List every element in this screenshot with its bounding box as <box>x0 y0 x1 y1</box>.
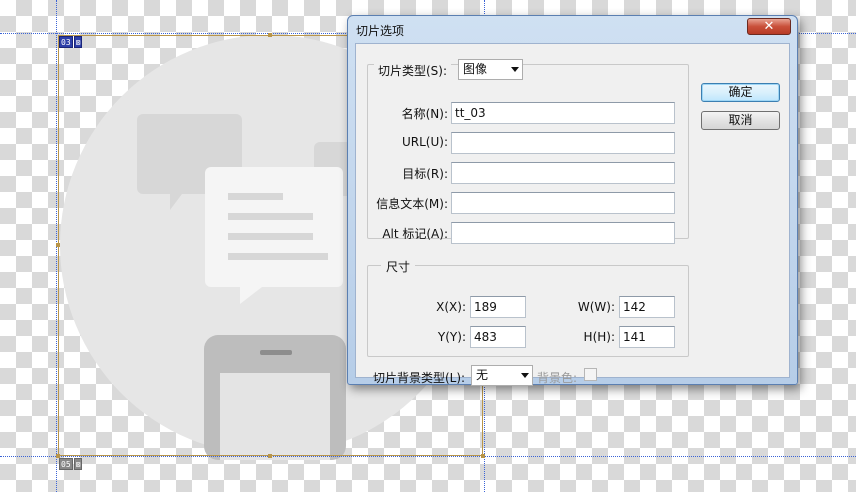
slice-badge-top: 03 ⊠ <box>59 36 83 48</box>
h-input[interactable]: 141 <box>619 326 675 348</box>
name-input[interactable]: tt_03 <box>451 102 675 124</box>
slice-number: 05 <box>59 458 73 470</box>
dialog-title: 切片选项 <box>356 24 405 38</box>
dimensions-legend: 尺寸 <box>381 258 416 275</box>
dialog-client-area: 切片类型(S): 图像 名称(N): tt_03 URL(U): 目标(R): … <box>355 43 790 386</box>
x-input[interactable]: 189 <box>470 296 526 318</box>
name-label: 名称(N): <box>401 107 448 121</box>
bg-color-label: 背景色: <box>537 371 578 385</box>
url-label: URL(U): <box>402 135 448 149</box>
h-label: H(H): <box>583 330 615 344</box>
message-text-input[interactable] <box>451 192 675 214</box>
slice-type-label: 切片类型(S): <box>374 62 452 79</box>
chevron-down-icon <box>511 67 519 72</box>
url-input[interactable] <box>451 132 675 154</box>
slice-handle-left-mid[interactable] <box>56 243 60 247</box>
close-button[interactable]: ✕ <box>747 18 791 35</box>
dialog-titlebar[interactable]: 切片选项 ✕ <box>348 16 797 42</box>
slice-badge-bottom: 05 ⊠ <box>59 458 83 470</box>
slice-type-value: 图像 <box>463 62 488 76</box>
guide-horizontal-bottom[interactable] <box>0 456 856 457</box>
slice-type-icon: ⊠ <box>73 36 83 48</box>
ok-button[interactable]: 确定 <box>701 83 780 102</box>
target-label: 目标(R): <box>402 167 448 181</box>
w-input[interactable]: 142 <box>619 296 675 318</box>
slice-number: 03 <box>59 36 73 48</box>
close-icon: ✕ <box>763 19 775 34</box>
slice-options-dialog: 切片选项 ✕ 切片类型(S): 图像 名称(N): tt_03 URL(U): … <box>347 15 798 386</box>
alt-tag-input[interactable] <box>451 222 675 244</box>
bg-type-label: 切片背景类型(L): <box>373 371 466 385</box>
y-input[interactable]: 483 <box>470 326 526 348</box>
slice-handle-bottom-right[interactable] <box>481 454 485 458</box>
bg-color-swatch[interactable] <box>584 368 597 381</box>
x-label: X(X): <box>436 300 466 314</box>
y-label: Y(Y): <box>437 330 466 344</box>
target-input[interactable] <box>451 162 675 184</box>
bg-type-value: 无 <box>476 368 489 382</box>
alt-tag-label: Alt 标记(A): <box>382 227 448 241</box>
bg-type-select[interactable]: 无 <box>471 365 533 386</box>
cancel-button[interactable]: 取消 <box>701 111 780 130</box>
slice-type-icon: ⊠ <box>73 458 83 470</box>
slice-handle-bottom-mid[interactable] <box>268 454 272 458</box>
slice-type-select[interactable]: 图像 <box>458 59 523 80</box>
message-text-label: 信息文本(M): <box>376 197 448 211</box>
w-label: W(W): <box>577 300 615 314</box>
slice-handle-top-mid[interactable] <box>268 33 272 37</box>
chevron-down-icon <box>521 373 529 378</box>
